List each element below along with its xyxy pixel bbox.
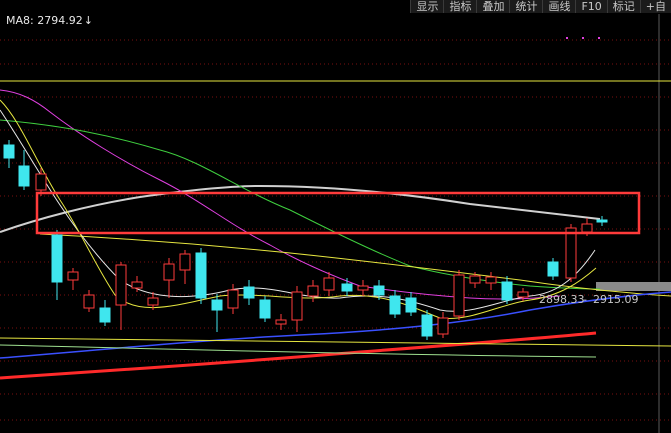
mark-button[interactable]: 标记 xyxy=(606,0,640,13)
ma-line-green xyxy=(0,119,601,290)
candle-body xyxy=(421,314,433,337)
ma8-legend: MA8: 2794.92↓ xyxy=(6,14,93,27)
candle-body xyxy=(323,277,335,291)
kline-chart[interactable]: 2898.33 - 2915.09 xyxy=(0,0,671,433)
candle-body xyxy=(67,271,79,281)
candle-body xyxy=(35,173,47,191)
overlay-button[interactable]: 叠加 xyxy=(476,0,510,13)
candle-body xyxy=(596,219,608,223)
candle-body xyxy=(307,285,319,297)
candle-body xyxy=(341,283,353,292)
candle-body xyxy=(18,165,30,187)
candle-body xyxy=(3,144,15,159)
f10-button[interactable]: F10 xyxy=(575,0,607,13)
down-arrow-icon: ↓ xyxy=(83,14,93,27)
candle-body xyxy=(453,274,465,317)
candle-body xyxy=(485,276,497,284)
candle-body xyxy=(147,297,159,306)
ma8-value: 2794.92 xyxy=(37,14,83,27)
candle-body xyxy=(163,263,175,281)
candle-body xyxy=(243,286,255,299)
ma-line-magenta xyxy=(0,89,561,300)
range-separator: - xyxy=(583,293,587,306)
ma-line-yellow-flat xyxy=(0,337,671,347)
candle-body xyxy=(373,285,385,296)
candle-body xyxy=(211,299,223,311)
candle-body xyxy=(115,264,127,306)
candle-body xyxy=(179,253,191,271)
indicator-button[interactable]: 指标 xyxy=(443,0,477,13)
candle-body xyxy=(389,295,401,315)
candle-body xyxy=(547,261,559,277)
range-high-label: 2915.09 xyxy=(593,293,639,306)
range-low-label: 2898.33 xyxy=(539,293,585,306)
display-button[interactable]: 显示 xyxy=(410,0,444,13)
candle-body xyxy=(195,252,207,299)
candle-body xyxy=(437,317,449,335)
candle-body xyxy=(565,227,577,279)
candle-body xyxy=(501,281,513,301)
candle-body xyxy=(291,291,303,321)
candle-body xyxy=(275,319,287,325)
candle-body xyxy=(259,299,271,319)
candle-body xyxy=(405,297,417,313)
candle-body xyxy=(469,275,481,284)
candle-body xyxy=(517,291,529,298)
candle-body xyxy=(131,281,143,289)
candle-body xyxy=(227,289,239,309)
candle-body xyxy=(51,234,63,283)
ma8-label: MA8: xyxy=(6,14,34,27)
add-custom-button[interactable]: +自 xyxy=(639,0,671,13)
candle-body xyxy=(99,307,111,323)
chart-toolbar: 显示 指标 叠加 统计 画线 F10 标记 +自 xyxy=(410,0,671,13)
current-price-marker xyxy=(596,282,671,291)
candlesticks xyxy=(3,140,608,340)
top-marker-dots xyxy=(566,37,600,39)
candle-body xyxy=(83,294,95,309)
draw-line-button[interactable]: 画线 xyxy=(542,0,576,13)
candle-body xyxy=(357,285,369,291)
candle-body xyxy=(581,223,593,233)
statistics-button[interactable]: 统计 xyxy=(509,0,543,13)
